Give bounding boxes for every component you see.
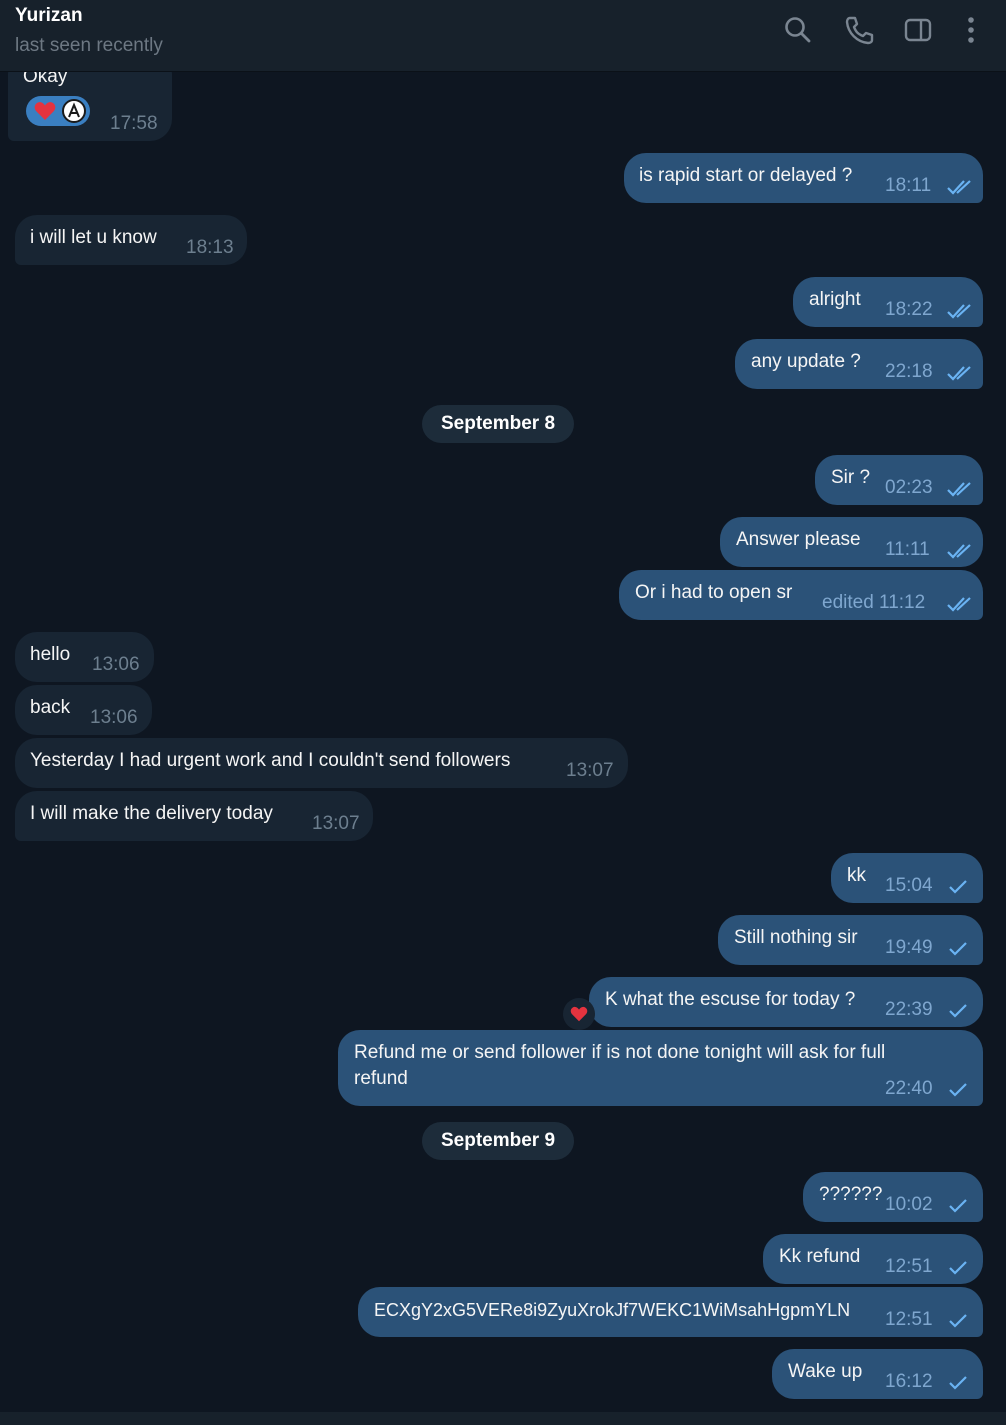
message-text: any update ? [751,351,861,372]
message-time: 22:40 [885,1078,933,1099]
message-time: 10:02 [885,1194,933,1215]
sent-tick-icon [946,1311,974,1328]
message-text: Kk refund [779,1246,861,1267]
message-time: 22:18 [885,361,933,382]
message-time: 15:04 [885,875,933,896]
read-ticks-icon [946,541,974,559]
message-outgoing[interactable]: Refund me or send follower if is not don… [338,1030,983,1106]
reaction-badge[interactable] [563,998,595,1030]
message-text: Wake up [788,1361,863,1382]
message-outgoing[interactable]: ECXgY2xG5VERe8i9ZyuXrokJf7WEKC1WiMsahHgp… [358,1287,983,1337]
phone-icon[interactable] [843,14,875,46]
message-time: 02:23 [885,477,933,498]
message-text: alright [809,289,861,310]
contact-status: last seen recently [15,35,163,56]
message-time: 12:51 [885,1309,933,1330]
chat-header: Yurizan last seen recently [0,0,1006,72]
message-outgoing[interactable]: Still nothing sir 19:49 [718,915,983,965]
search-icon[interactable] [782,14,814,46]
message-outgoing[interactable]: alright 18:22 [793,277,983,327]
message-text-line-1: Refund me or send follower if is not don… [354,1042,886,1063]
message-time: 19:49 [885,937,933,958]
message-outgoing[interactable]: kk 15:04 [831,853,983,903]
sent-tick-icon [946,939,974,956]
message-time: 16:12 [885,1371,933,1392]
message-text: is rapid start or delayed ? [639,165,853,186]
date-separator: September 9 [422,1122,574,1160]
message-text: hello [30,644,71,665]
message-time: 12:51 [885,1256,933,1277]
message-text-line-2: refund [354,1068,408,1089]
message-outgoing[interactable]: Wake up 16:12 [772,1349,983,1399]
reaction-badge[interactable] [26,96,90,126]
message-time: 13:07 [312,813,360,834]
message-incoming[interactable]: back 13:06 [15,685,152,735]
message-time: 22:39 [885,999,933,1020]
message-outgoing[interactable]: Or i had to open sr edited 11:12 [619,570,983,620]
sent-tick-icon [946,1196,974,1213]
message-time: 18:22 [885,299,933,320]
message-time: 13:06 [90,707,138,728]
message-text: Sir ? [831,467,871,488]
heart-icon [34,102,56,120]
message-outgoing[interactable]: any update ? 22:18 [735,339,983,389]
sent-tick-icon [946,877,974,894]
message-text: Yesterday I had urgent work and I couldn… [30,750,511,771]
sent-tick-icon [946,1258,974,1275]
message-incoming[interactable]: I will make the delivery today 13:07 [15,791,373,841]
message-time: 13:07 [566,760,614,781]
message-text: i will let u know [30,227,157,248]
contact-name[interactable]: Yurizan [15,5,83,27]
message-outgoing[interactable]: ?????? 10:02 [803,1172,983,1222]
message-text: K what the escuse for today ? [605,989,856,1010]
message-text: Answer please [736,529,861,550]
message-time: 18:13 [186,237,234,258]
message-time: edited 11:12 [822,592,926,613]
message-time: 17:58 [110,113,158,134]
message-text: I will make the delivery today [30,803,273,824]
message-incoming[interactable]: Yesterday I had urgent work and I couldn… [15,738,628,788]
message-text: Or i had to open sr [635,582,793,603]
message-outgoing[interactable]: Answer please 11:11 [720,517,983,567]
date-separator: September 8 [422,405,574,443]
message-time: 13:06 [92,654,140,675]
read-ticks-icon [946,479,974,497]
sent-tick-icon [946,1373,974,1390]
message-outgoing[interactable]: Sir ? 02:23 [815,455,983,505]
message-text: ?????? [819,1184,883,1205]
message-text: back [30,697,71,718]
sent-tick-icon [946,1001,974,1018]
read-ticks-icon [946,594,974,612]
message-text: Still nothing sir [734,927,858,948]
sidebar-toggle-icon[interactable] [902,14,934,46]
message-time: 18:11 [885,175,932,196]
read-ticks-icon [946,177,974,195]
message-incoming[interactable]: hello 13:06 [15,632,154,682]
message-text: kk [847,865,866,886]
message-outgoing[interactable]: is rapid start or delayed ? 18:11 [624,153,983,203]
avatar [62,99,86,123]
message-incoming[interactable]: i will let u know 18:13 [15,215,247,265]
message-outgoing[interactable]: K what the escuse for today ? 22:39 [589,977,983,1027]
heart-icon [570,1006,588,1022]
message-time: 11:11 [885,539,930,560]
sent-tick-icon [946,1080,974,1097]
read-ticks-icon [946,363,974,381]
message-outgoing[interactable]: Kk refund 12:51 [763,1234,983,1284]
more-vertical-icon[interactable] [955,14,987,46]
composer-edge [0,1412,1006,1425]
read-ticks-icon [946,301,974,319]
message-text: ECXgY2xG5VERe8i9ZyuXrokJf7WEKC1WiMsahHgp… [374,1300,851,1320]
